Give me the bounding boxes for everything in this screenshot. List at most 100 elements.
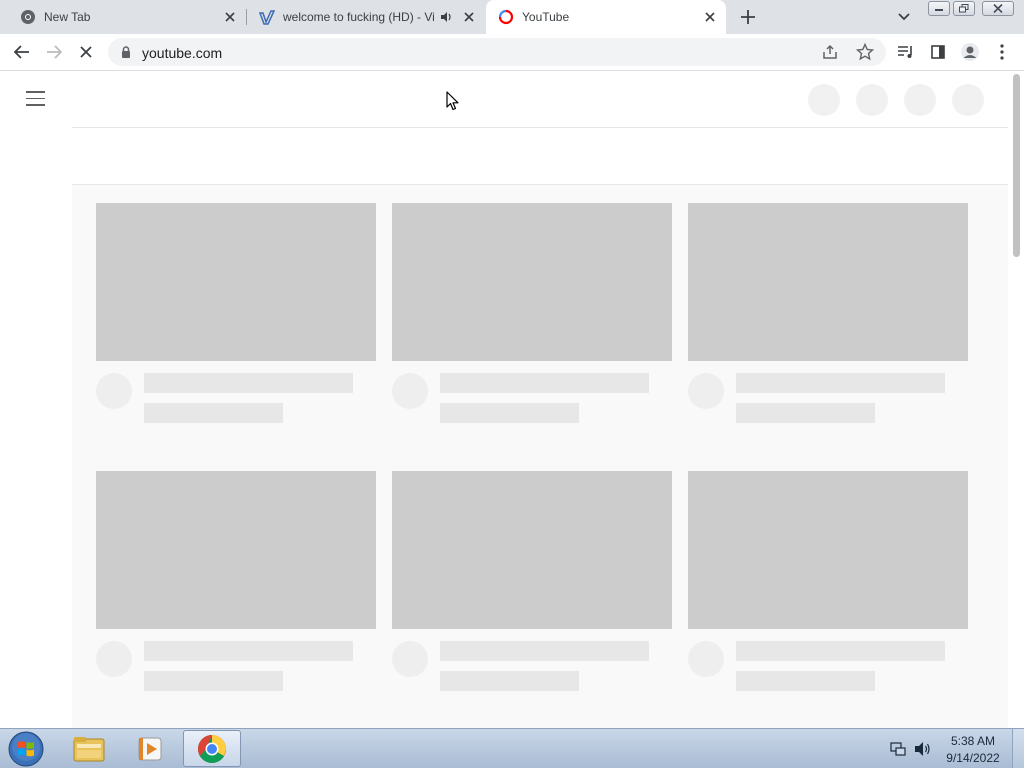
restore-icon bbox=[959, 4, 969, 13]
avatar-placeholder bbox=[392, 373, 428, 409]
menu-button[interactable] bbox=[990, 40, 1014, 64]
kebab-menu-icon bbox=[1000, 44, 1004, 60]
clock-date[interactable]: 9/14/2022 bbox=[940, 751, 1006, 765]
meta-placeholder bbox=[440, 403, 579, 423]
media-player-icon bbox=[138, 737, 162, 760]
close-window-button[interactable] bbox=[982, 1, 1014, 16]
vimeo-icon bbox=[259, 10, 275, 25]
chips-bar-skeleton bbox=[72, 128, 1008, 185]
side-panel-icon bbox=[931, 45, 945, 59]
video-card-skeleton[interactable] bbox=[392, 471, 672, 711]
lock-icon[interactable] bbox=[120, 46, 132, 58]
media-queue-icon bbox=[898, 46, 912, 58]
tab-new-tab[interactable]: New Tab bbox=[0, 0, 246, 34]
close-tab-icon[interactable] bbox=[461, 9, 477, 25]
chevron-down-icon bbox=[898, 13, 910, 21]
close-tab-icon[interactable] bbox=[702, 9, 718, 25]
volume-icon[interactable] bbox=[914, 741, 932, 757]
start-button[interactable] bbox=[6, 730, 46, 768]
avatar-placeholder bbox=[96, 641, 132, 677]
title-placeholder bbox=[440, 641, 649, 661]
meta-placeholder bbox=[144, 671, 283, 691]
meta-placeholder bbox=[736, 403, 875, 423]
chrome-icon bbox=[21, 10, 35, 24]
video-card-skeleton[interactable] bbox=[688, 203, 968, 443]
taskbar-chrome[interactable] bbox=[183, 730, 241, 767]
header-button-placeholder bbox=[952, 84, 984, 116]
tab-search-button[interactable] bbox=[894, 7, 914, 27]
tab-title: welcome to fucking (HD) - Vi bbox=[283, 10, 435, 24]
video-card-skeleton[interactable] bbox=[96, 203, 376, 443]
tab-strip: New Tab welcome to fucking (HD) - Vi You… bbox=[0, 0, 1024, 34]
close-tab-icon[interactable] bbox=[222, 9, 238, 25]
youtube-page bbox=[0, 72, 1024, 728]
taskbar-media-player[interactable] bbox=[121, 730, 179, 767]
thumbnail-placeholder bbox=[688, 471, 968, 629]
tab-title: YouTube bbox=[522, 10, 570, 24]
avatar-placeholder bbox=[688, 373, 724, 409]
screen: New Tab welcome to fucking (HD) - Vi You… bbox=[0, 0, 1024, 768]
minimize-button[interactable] bbox=[928, 1, 950, 16]
back-button[interactable] bbox=[10, 40, 34, 64]
avatar-placeholder bbox=[96, 373, 132, 409]
avatar-placeholder bbox=[688, 641, 724, 677]
thumbnail-placeholder bbox=[392, 203, 672, 361]
minimize-icon bbox=[935, 8, 943, 11]
tab-title: New Tab bbox=[44, 10, 91, 24]
header-button-placeholder bbox=[808, 84, 840, 116]
video-grid-skeleton bbox=[72, 185, 1008, 728]
media-control-button[interactable] bbox=[894, 40, 918, 64]
page-scrollbar[interactable] bbox=[1008, 72, 1024, 728]
show-desktop-button[interactable] bbox=[1012, 729, 1024, 768]
thumbnail-placeholder bbox=[392, 471, 672, 629]
windows-explorer-icon bbox=[73, 736, 105, 761]
scrollbar-thumb[interactable] bbox=[1013, 74, 1020, 257]
taskbar-explorer[interactable] bbox=[60, 730, 118, 767]
header-button-placeholder bbox=[904, 84, 936, 116]
thumbnail-placeholder bbox=[96, 203, 376, 361]
title-placeholder bbox=[736, 641, 945, 661]
arrow-right-icon bbox=[47, 45, 62, 59]
title-placeholder bbox=[736, 373, 945, 393]
video-card-skeleton[interactable] bbox=[392, 203, 672, 443]
network-icon[interactable] bbox=[890, 741, 906, 757]
yt-header-skeleton bbox=[72, 72, 1008, 128]
thumbnail-placeholder bbox=[688, 203, 968, 361]
browser-toolbar: youtube.com bbox=[0, 34, 1024, 71]
hamburger-menu-icon[interactable] bbox=[26, 91, 46, 107]
meta-placeholder bbox=[440, 671, 579, 691]
side-panel-button[interactable] bbox=[926, 40, 950, 64]
tab-vimeo[interactable]: welcome to fucking (HD) - Vi bbox=[247, 0, 485, 34]
title-placeholder bbox=[440, 373, 649, 393]
restore-button[interactable] bbox=[953, 1, 975, 16]
title-placeholder bbox=[144, 373, 353, 393]
windows-logo-icon bbox=[8, 731, 44, 767]
plus-icon bbox=[741, 10, 755, 24]
arrow-left-icon bbox=[14, 45, 29, 59]
address-bar[interactable]: youtube.com bbox=[108, 38, 886, 66]
close-icon bbox=[993, 4, 1003, 13]
avatar-placeholder bbox=[392, 641, 428, 677]
header-button-placeholder bbox=[856, 84, 888, 116]
forward-button[interactable] bbox=[42, 40, 66, 64]
star-icon[interactable] bbox=[856, 43, 874, 61]
speaker-icon[interactable] bbox=[439, 9, 455, 25]
windows-taskbar: 5:38 AM 9/14/2022 bbox=[0, 728, 1024, 768]
share-icon[interactable] bbox=[822, 44, 838, 60]
tab-youtube[interactable]: YouTube bbox=[486, 0, 726, 34]
new-tab-button[interactable] bbox=[736, 5, 760, 29]
title-placeholder bbox=[144, 641, 353, 661]
profile-button[interactable] bbox=[958, 40, 982, 64]
meta-placeholder bbox=[736, 671, 875, 691]
video-card-skeleton[interactable] bbox=[688, 471, 968, 711]
mouse-cursor-icon bbox=[446, 91, 459, 111]
stop-loading-button[interactable] bbox=[74, 40, 98, 64]
video-card-skeleton[interactable] bbox=[96, 471, 376, 711]
close-icon bbox=[80, 46, 92, 58]
clock-time[interactable]: 5:38 AM bbox=[940, 734, 1006, 748]
youtube-loading-icon bbox=[498, 9, 514, 25]
meta-placeholder bbox=[144, 403, 283, 423]
url-text[interactable]: youtube.com bbox=[142, 45, 222, 61]
chrome-icon bbox=[198, 734, 226, 763]
thumbnail-placeholder bbox=[96, 471, 376, 629]
